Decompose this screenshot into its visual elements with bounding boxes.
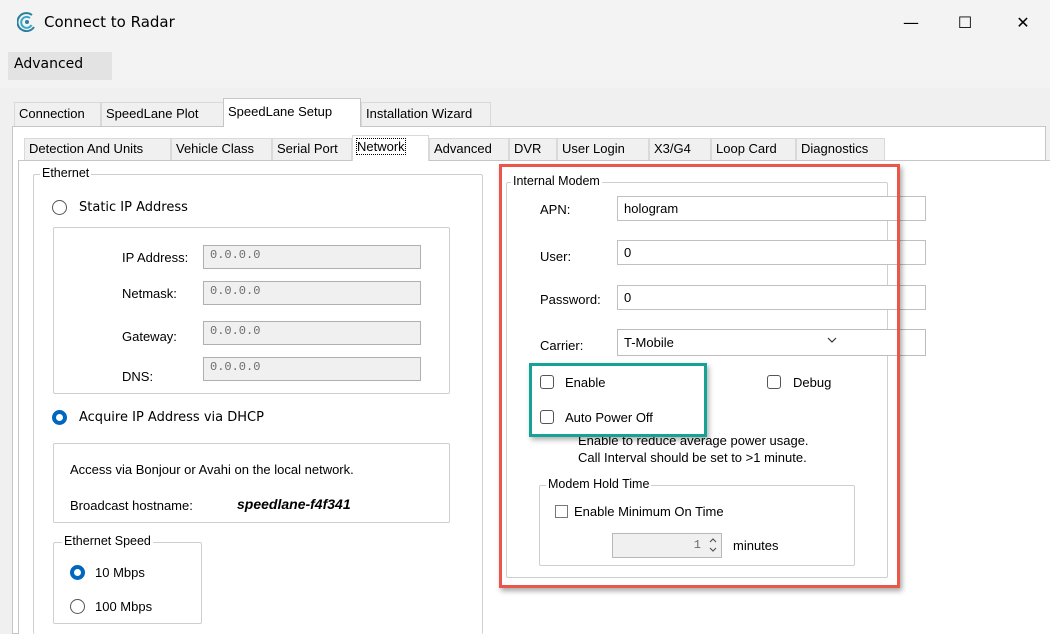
window-title: Connect to Radar <box>44 13 175 31</box>
speed-100mbps-radio[interactable] <box>70 599 85 614</box>
dns-input[interactable]: 0.0.0.0 <box>203 357 421 381</box>
tab-speedlane-setup[interactable]: SpeedLane Setup <box>223 98 361 127</box>
static-ip-radio[interactable] <box>52 200 67 215</box>
subtab-serial-port[interactable]: Serial Port <box>272 138 352 160</box>
tab-connection[interactable]: Connection <box>14 102 101 126</box>
speed-10mbps-label: 10 Mbps <box>95 565 145 580</box>
ethernet-legend: Ethernet <box>40 166 92 180</box>
static-ip-label: Static IP Address <box>79 200 188 215</box>
subtab-vehicle-class[interactable]: Vehicle Class <box>171 138 272 160</box>
netmask-label: Netmask: <box>122 286 177 301</box>
subtab-diagnostics[interactable]: Diagnostics <box>796 138 885 160</box>
gateway-input[interactable]: 0.0.0.0 <box>203 321 421 345</box>
subtab-detection-and-units[interactable]: Detection And Units <box>24 138 171 160</box>
ip-address-label: IP Address: <box>122 250 189 265</box>
subtab-loop-card[interactable]: Loop Card <box>711 138 796 160</box>
speed-10mbps-radio[interactable] <box>70 565 85 580</box>
enable-options-highlight-box <box>529 363 707 437</box>
subtab-network-label: Network <box>356 138 406 155</box>
ip-address-input[interactable]: 0.0.0.0 <box>203 245 421 269</box>
subtab-dvr[interactable]: DVR <box>509 138 557 160</box>
menu-bar <box>0 44 1050 88</box>
subtab-x3-g4[interactable]: X3/G4 <box>649 138 711 160</box>
tab-speedlane-plot[interactable]: SpeedLane Plot <box>101 102 224 126</box>
dns-label: DNS: <box>122 369 154 384</box>
tab-installation-wizard[interactable]: Installation Wizard <box>361 102 491 126</box>
dhcp-label: Acquire IP Address via DHCP <box>79 410 264 425</box>
speed-100mbps-label: 100 Mbps <box>95 599 153 614</box>
dhcp-radio[interactable] <box>52 410 67 425</box>
maximize-button[interactable]: ☐ <box>942 0 988 44</box>
gateway-label: Gateway: <box>122 329 177 344</box>
radar-app-icon <box>16 12 37 33</box>
subtab-advanced[interactable]: Advanced <box>429 138 509 160</box>
ethernet-speed-legend: Ethernet Speed <box>62 534 153 548</box>
subtab-user-login[interactable]: User Login <box>557 138 649 160</box>
bonjour-text: Access via Bonjour or Avahi on the local… <box>70 462 354 477</box>
menu-advanced[interactable]: Advanced <box>8 56 89 72</box>
hostname-value: speedlane-f4f341 <box>237 496 351 512</box>
minimize-button[interactable]: — <box>888 0 934 44</box>
subtab-network[interactable]: Network <box>352 135 429 161</box>
hostname-label: Broadcast hostname: <box>70 498 193 513</box>
netmask-input[interactable]: 0.0.0.0 <box>203 281 421 305</box>
close-button[interactable]: ✕ <box>1000 0 1046 44</box>
